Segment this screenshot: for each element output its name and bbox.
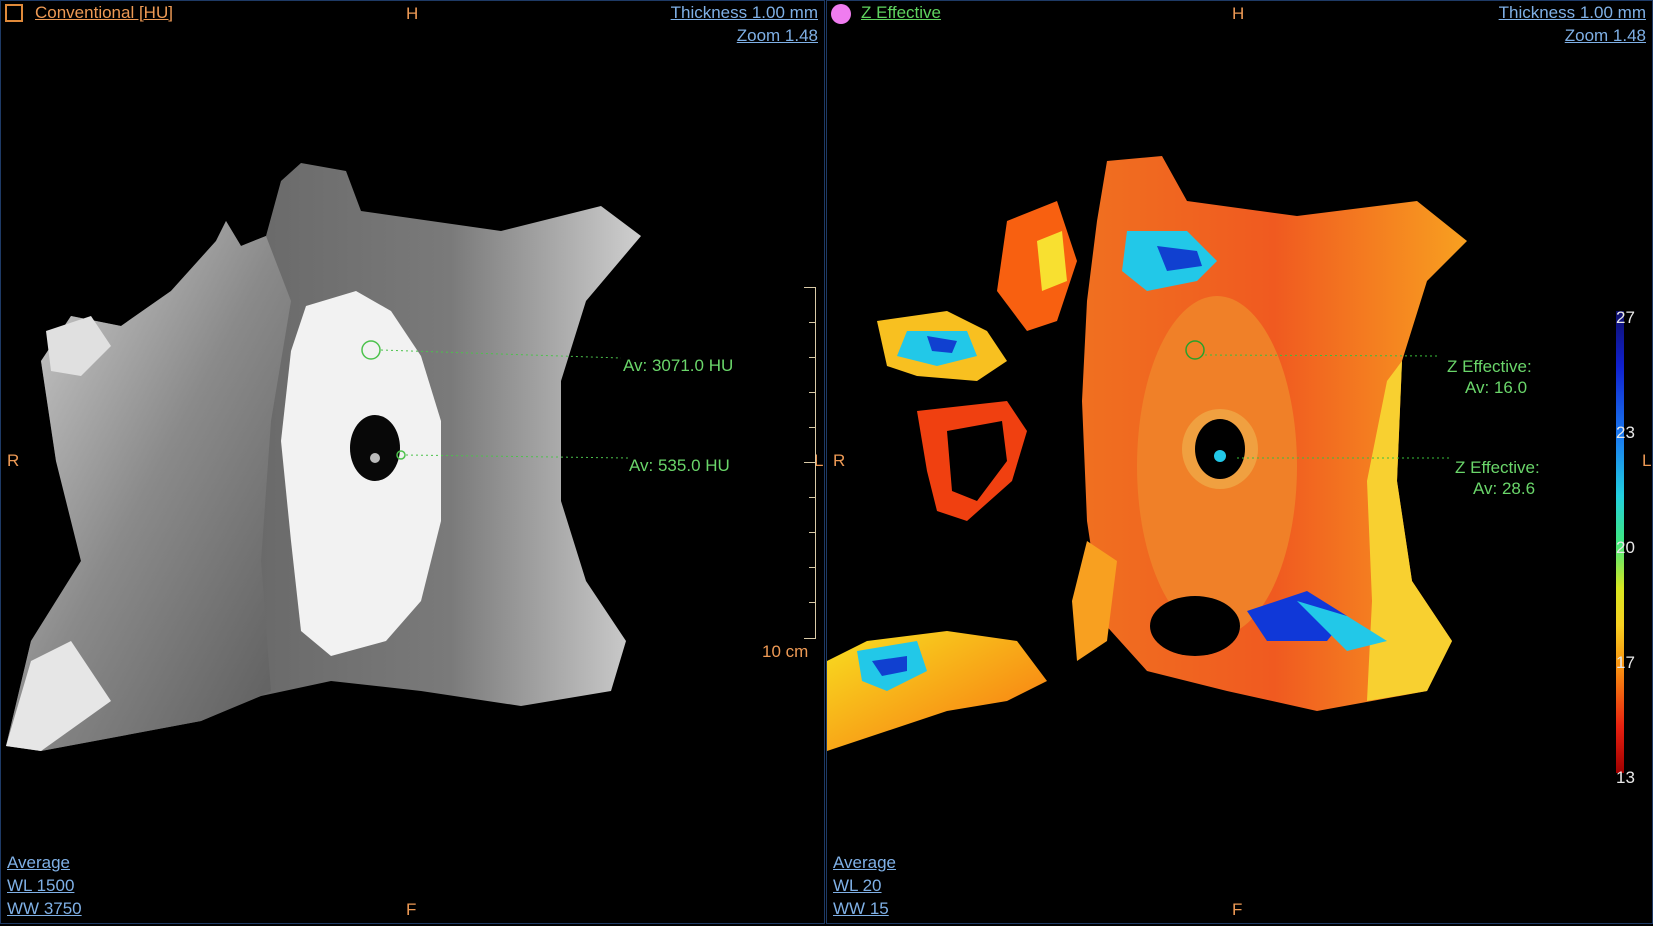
orientation-left: R	[833, 451, 846, 470]
series-color-swatch[interactable]	[831, 4, 851, 24]
scale-label: 10 cm	[762, 642, 809, 661]
colorbar-tick-label: 27	[1616, 308, 1635, 327]
colorbar-tick-label: 23	[1616, 423, 1635, 442]
window-width[interactable]: WW 15	[833, 899, 889, 919]
orientation-top: H	[1232, 4, 1245, 23]
colorbar-tick-label: 20	[1616, 538, 1635, 557]
window-width[interactable]: WW 3750	[7, 899, 82, 919]
window-level[interactable]: WL 20	[833, 876, 882, 896]
measurement-title: Z Effective:	[1455, 458, 1540, 477]
series-label[interactable]: Conventional [HU]	[35, 3, 173, 23]
orientation-top: H	[406, 4, 419, 23]
colorbar-tick-label: 13	[1616, 768, 1635, 787]
series-label[interactable]: Z Effective	[861, 3, 941, 23]
orientation-bottom: F	[406, 900, 417, 919]
series-color-swatch[interactable]	[5, 4, 23, 22]
render-mode[interactable]: Average	[7, 853, 70, 873]
render-mode[interactable]: Average	[833, 853, 896, 873]
viewport-conventional[interactable]: Conventional [HU] H Thickness 1.00 mm Zo…	[0, 0, 825, 924]
orientation-bottom: F	[1232, 900, 1243, 919]
orientation-left: R	[7, 451, 20, 470]
measurement-value: Av: 16.0	[1465, 378, 1528, 397]
measurement-label: Av: 535.0 HU	[629, 456, 730, 475]
zoom-label[interactable]: Zoom 1.48	[1565, 26, 1646, 46]
viewport-z-effective[interactable]: Z Effective H Thickness 1.00 mm Zoom 1.4…	[826, 0, 1653, 924]
measurement-value: Av: 28.6	[1473, 479, 1536, 498]
orientation-right: L	[1642, 451, 1652, 470]
thickness-label[interactable]: Thickness 1.00 mm	[1499, 3, 1646, 23]
measurement-label: Av: 3071.0 HU	[623, 356, 734, 375]
measurement-title: Z Effective:	[1447, 357, 1532, 376]
window-level[interactable]: WL 1500	[7, 876, 74, 896]
colorbar-tick-label: 17	[1616, 653, 1635, 672]
thickness-label[interactable]: Thickness 1.00 mm	[671, 3, 818, 23]
zoom-label[interactable]: Zoom 1.48	[737, 26, 818, 46]
